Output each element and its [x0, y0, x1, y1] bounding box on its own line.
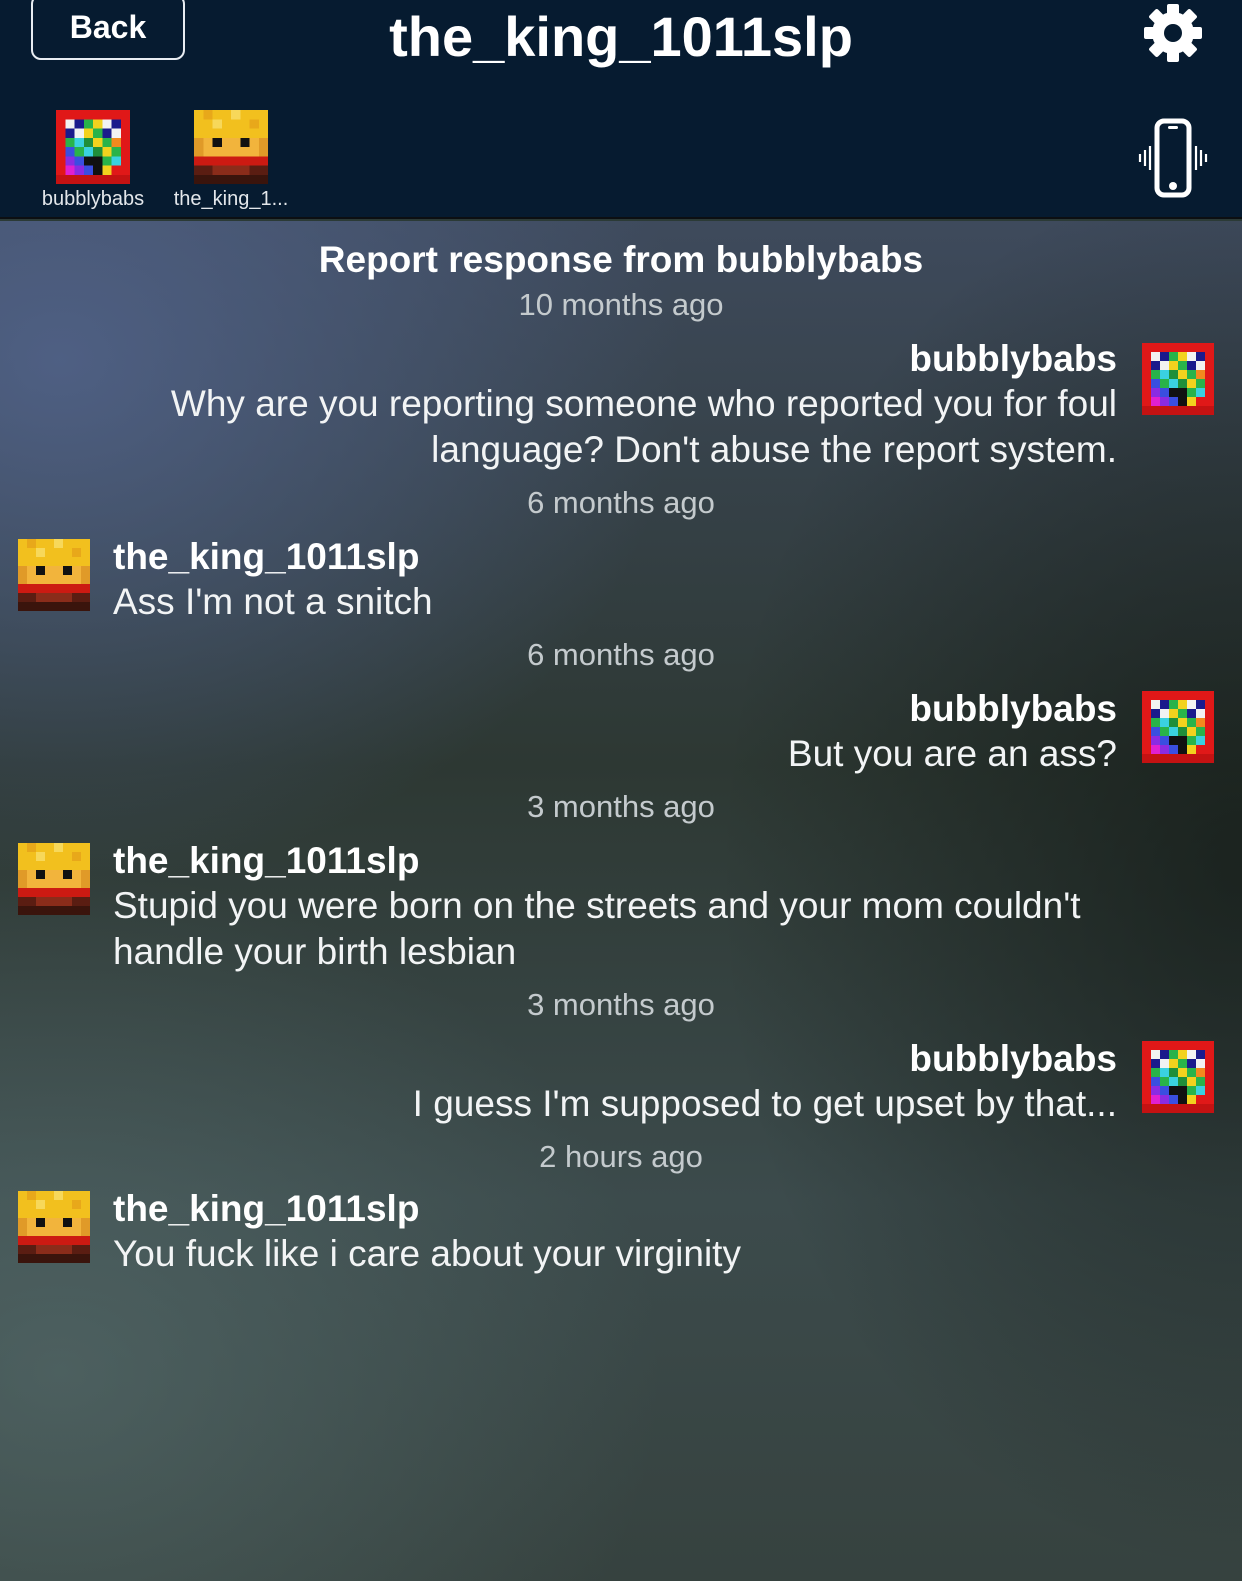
message-timestamp: 10 months ago — [518, 287, 724, 322]
avatar — [194, 110, 268, 184]
avatar[interactable] — [1142, 1041, 1214, 1113]
avatar[interactable] — [18, 539, 90, 611]
participant-name: the_king_1... — [173, 188, 289, 210]
conversation-title: Report response from bubblybabs — [318, 239, 924, 280]
message-author: bubblybabs — [909, 688, 1117, 729]
message-author: the_king_1011slp — [113, 840, 420, 881]
message-text-line: Stupid you were born on the streets and … — [113, 885, 1081, 926]
message-text-line: Ass I'm not a snitch — [113, 581, 433, 622]
message-text-line: Why are you reporting someone who report… — [170, 383, 1117, 424]
participants-bar: bubblybabs the_king_1... — [0, 90, 1242, 219]
message-text-line: language? Don't abuse the report system. — [431, 429, 1117, 470]
message-timestamp: 3 months ago — [527, 789, 715, 824]
message-the-king[interactable]: the_king_1011slp You fuck like i care ab… — [113, 1187, 741, 1277]
message-author: the_king_1011slp — [113, 1188, 420, 1229]
back-button[interactable]: Back — [31, 0, 185, 60]
message-author: bubblybabs — [909, 338, 1117, 379]
vibrating-phone-icon[interactable] — [1138, 118, 1208, 198]
avatar[interactable] — [1142, 343, 1214, 415]
message-author: bubblybabs — [909, 1038, 1117, 1079]
chat-screen: Back the_king_1011slp bubblybabs the_kin… — [0, 0, 1242, 1581]
participant-name: bubblybabs — [41, 188, 145, 210]
message-list[interactable]: Report response from bubblybabs 10 month… — [0, 221, 1242, 1581]
message-bubblybabs[interactable]: bubblybabs I guess I'm supposed to get u… — [413, 1037, 1117, 1127]
message-timestamp: 3 months ago — [527, 987, 715, 1022]
message-the-king[interactable]: the_king_1011slp Ass I'm not a snitch — [113, 535, 433, 625]
message-text-line: But you are an ass? — [787, 733, 1117, 774]
avatar[interactable] — [18, 1191, 90, 1263]
gear-icon[interactable] — [1140, 0, 1206, 66]
message-author: the_king_1011slp — [113, 536, 420, 577]
message-timestamp: 6 months ago — [527, 485, 715, 520]
message-text-line: You fuck like i care about your virginit… — [113, 1233, 741, 1274]
message-timestamp: 2 hours ago — [539, 1139, 703, 1174]
message-bubblybabs[interactable]: bubblybabs But you are an ass? — [788, 687, 1117, 777]
page-title: the_king_1011slp — [389, 5, 853, 68]
message-text-line: handle your birth lesbian — [113, 931, 517, 972]
avatar — [56, 110, 130, 184]
participant-bubblybabs[interactable]: bubblybabs — [28, 110, 158, 216]
avatar[interactable] — [18, 843, 90, 915]
message-timestamp: 6 months ago — [527, 637, 715, 672]
participant-the-king[interactable]: the_king_1... — [166, 110, 296, 216]
nav-bar: Back the_king_1011slp — [0, 0, 1242, 90]
message-text-line: I guess I'm supposed to get upset by tha… — [412, 1083, 1117, 1124]
avatar[interactable] — [1142, 691, 1214, 763]
message-bubblybabs[interactable]: bubblybabs Why are you reporting someone… — [171, 337, 1117, 473]
message-the-king[interactable]: the_king_1011slp Stupid you were born on… — [113, 839, 1081, 975]
